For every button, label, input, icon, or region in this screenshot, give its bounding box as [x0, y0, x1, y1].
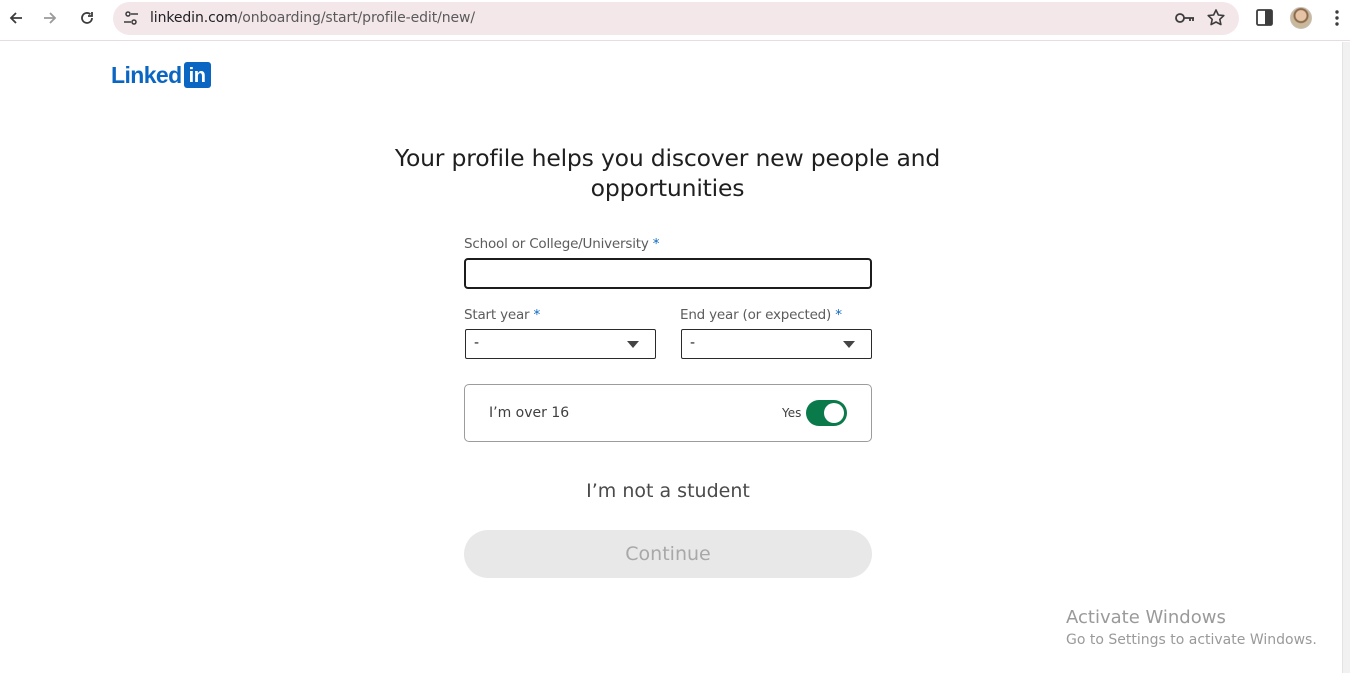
headline-line-2: opportunities	[590, 174, 745, 202]
url-path: /onboarding/start/profile-edit/new/	[237, 10, 475, 26]
kebab-menu-icon[interactable]	[1330, 9, 1344, 27]
required-mark: *	[652, 236, 660, 252]
age-toggle-text: Yes	[782, 406, 802, 420]
end-year-label-text: End year (or expected)	[680, 307, 832, 323]
end-year-select[interactable]: -	[681, 329, 872, 359]
age-confirmation-card: I’m over 16 Yes	[464, 384, 872, 442]
page-headline: Your profile helps you discover new peop…	[392, 143, 943, 203]
end-year-value: -	[690, 335, 696, 351]
headline-line-1: Your profile helps you discover new peop…	[394, 144, 941, 172]
logo-in-box: in	[183, 62, 211, 88]
forward-arrow-icon[interactable]	[38, 6, 62, 30]
password-key-icon[interactable]	[1175, 10, 1195, 26]
age-label: I’m over 16	[489, 405, 570, 421]
url-host: linkedin.com	[150, 10, 238, 26]
side-panel-icon[interactable]	[1256, 9, 1273, 26]
profile-avatar[interactable]	[1290, 7, 1312, 29]
chevron-down-icon	[627, 341, 639, 348]
start-year-value: -	[474, 335, 480, 351]
end-year-label: End year (or expected) *	[680, 307, 842, 323]
school-input[interactable]	[464, 258, 872, 289]
windows-activation-watermark: Activate Windows Go to Settings to activ…	[1066, 607, 1317, 651]
start-year-select[interactable]: -	[465, 329, 656, 359]
site-settings-icon[interactable]	[123, 10, 139, 26]
onboarding-page: Linked in Your profile helps you discove…	[0, 42, 1342, 673]
watermark-title: Activate Windows	[1066, 607, 1226, 628]
vertical-scrollbar[interactable]	[1342, 42, 1350, 673]
required-mark: *	[835, 307, 842, 323]
school-label: School or College/University *	[464, 236, 659, 252]
back-arrow-icon[interactable]	[4, 6, 28, 30]
address-bar[interactable]: linkedin.com/onboarding/start/profile-ed…	[113, 2, 1239, 35]
linkedin-logo[interactable]: Linked in	[111, 62, 211, 88]
toggle-knob	[824, 403, 844, 423]
bookmark-star-icon[interactable]	[1206, 8, 1226, 28]
not-student-link[interactable]: I’m not a student	[464, 480, 872, 502]
start-year-label: Start year *	[464, 307, 540, 323]
chevron-down-icon	[843, 341, 855, 348]
watermark-subtitle: Go to Settings to activate Windows.	[1066, 632, 1317, 648]
continue-button[interactable]: Continue	[464, 530, 872, 578]
age-toggle-switch[interactable]	[806, 400, 847, 426]
reload-icon[interactable]	[75, 6, 99, 30]
start-year-label-text: Start year	[464, 307, 530, 323]
logo-wordmark: Linked	[111, 62, 182, 88]
school-label-text: School or College/University	[464, 236, 649, 252]
browser-toolbar: linkedin.com/onboarding/start/profile-ed…	[0, 0, 1350, 41]
url-text: linkedin.com/onboarding/start/profile-ed…	[150, 10, 475, 26]
required-mark: *	[533, 307, 541, 323]
